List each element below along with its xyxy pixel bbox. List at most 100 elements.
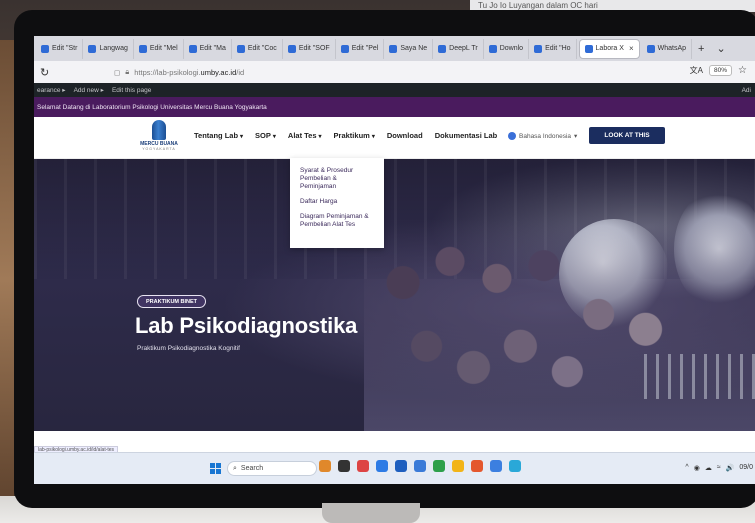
browser-tab[interactable]: Edit "Str — [36, 38, 84, 59]
browser-tab[interactable]: Edit "SOF — [283, 38, 336, 59]
announcement-bar: Selamat Datang di Laboratorium Psikologi… — [34, 97, 755, 117]
tab-label: Downlo — [499, 45, 524, 52]
windows-taskbar: ⌕ Search ^ ◉ ☁ ≈ 🔊 09/0 — [34, 452, 755, 484]
hero-banner: PRAKTIKUM BINET Lab Psikodiagnostika Pra… — [34, 159, 755, 431]
tab-label: WhatsAp — [657, 45, 687, 52]
address-bar[interactable]: ◻ 🔒︎ https://lab-psikologi.umby.ac.id/id — [114, 64, 634, 80]
dropdown-item[interactable]: Daftar Harga — [300, 198, 374, 206]
taskbar-app-icon[interactable] — [471, 460, 483, 472]
hero-title: Lab Psikodiagnostika — [135, 313, 358, 338]
logo-mark-icon — [152, 120, 166, 140]
tray-icon[interactable]: ≈ — [717, 464, 721, 472]
taskbar-app-icon[interactable] — [509, 460, 521, 472]
taskbar-app-icon[interactable] — [490, 460, 502, 472]
reload-icon[interactable]: ↻ — [40, 66, 54, 79]
favicon-icon — [340, 44, 349, 53]
taskbar-search[interactable]: ⌕ Search — [227, 461, 317, 476]
favicon-icon — [236, 44, 245, 53]
tray-icon[interactable]: 09/0 — [739, 464, 753, 472]
taskbar-search-label: Search — [240, 465, 264, 472]
dropdown-item[interactable]: Diagram Peminjaman & Pembelian Alat Tes — [300, 213, 374, 229]
chevron-down-icon: ▾ — [240, 134, 244, 140]
taskbar-app-icon[interactable] — [319, 460, 331, 472]
browser-tab[interactable]: Edit "Coc — [232, 38, 283, 59]
browser-tab[interactable]: Saya Ne — [384, 38, 434, 59]
browser-tab[interactable]: Edit "Pel — [336, 38, 385, 59]
menu-item-label: Download — [386, 131, 423, 140]
admin-bar-item[interactable]: Edit this page — [112, 87, 151, 94]
menu-item[interactable]: Tentang Lab ▾ — [194, 131, 243, 140]
tab-label: Edit "SOF — [298, 45, 330, 52]
search-icon: ⌕ — [233, 464, 237, 472]
hero-fence-photo — [644, 354, 755, 399]
menu-item[interactable]: SOP ▾ — [255, 131, 276, 140]
close-tab-icon[interactable]: × — [629, 44, 634, 53]
admin-bar-user[interactable]: Adi — [742, 87, 751, 94]
taskbar-app-icon[interactable] — [395, 460, 407, 472]
address-bar-actions: 文A 80% ☆ — [690, 65, 747, 76]
chevron-down-icon: ▾ — [318, 134, 322, 140]
chevron-down-icon: ▾ — [574, 133, 578, 140]
hero-subtitle: Praktikum Psikodiagnostika Kognitif — [137, 345, 240, 352]
announcement-text: Selamat Datang di Laboratorium Psikologi… — [37, 103, 267, 111]
taskbar-app-icon[interactable] — [357, 460, 369, 472]
tab-list-icon[interactable]: ⌄ — [710, 42, 731, 55]
shield-icon: ◻ — [114, 67, 121, 77]
admin-bar-item[interactable]: earance ▸ — [37, 86, 66, 94]
favicon-icon — [287, 44, 296, 53]
tab-label: Edit "Str — [52, 45, 78, 52]
browser-tab[interactable]: DeepL Tr — [433, 38, 484, 59]
menu-item-label: SOP — [255, 131, 271, 140]
chevron-down-icon: ▾ — [272, 134, 276, 140]
bookmark-star-icon[interactable]: ☆ — [738, 65, 747, 76]
taskbar-app-icon[interactable] — [433, 460, 445, 472]
menu-item-label: Dokumentasi Lab — [434, 131, 498, 140]
menu-item[interactable]: Alat Tes ▾ — [288, 131, 322, 140]
browser-tab[interactable]: Edit "Ho — [529, 38, 577, 59]
browser-tab[interactable]: WhatsAp — [642, 38, 693, 59]
taskbar-app-icon[interactable] — [376, 460, 388, 472]
browser-tab[interactable]: Downlo — [484, 38, 530, 59]
language-switcher[interactable]: Bahasa Indonesia ▾ — [508, 132, 577, 140]
taskbar-app-icon[interactable] — [452, 460, 464, 472]
tab-label: Labora X — [595, 45, 624, 52]
menu-item[interactable]: Dokumentasi Lab — [435, 131, 498, 140]
site-logo[interactable]: MERCU BUANA YOGYAKARTA — [134, 120, 184, 156]
hero-badge: PRAKTIKUM BINET — [137, 295, 207, 308]
chevron-down-icon: ▾ — [371, 134, 375, 140]
tab-label: Saya Ne — [400, 45, 428, 52]
favicon-icon — [389, 44, 398, 53]
site-header: MERCU BUANA YOGYAKARTA Tentang Lab ▾ SOP ▾ A… — [34, 117, 755, 159]
language-label: Bahasa Indonesia — [519, 132, 572, 140]
translate-icon[interactable]: 文A — [690, 65, 703, 76]
photo-scene: Tu Jo Io Luyangan dalam OC hari Edit "St… — [0, 0, 755, 523]
browser-tab[interactable]: Langwag — [83, 38, 134, 59]
favicon-icon — [584, 44, 593, 53]
dropdown-item[interactable]: Syarat & Prosedur Pembelian & Peminjaman — [300, 167, 374, 191]
system-tray: ^ ◉ ☁ ≈ 🔊 09/0 — [685, 464, 753, 472]
tray-icon[interactable]: ☁ — [705, 464, 712, 472]
admin-bar-item[interactable]: Add new ▸ — [74, 86, 104, 94]
browser-tab[interactable]: Edit "Mel — [134, 38, 184, 59]
menu-item-label: Praktikum — [333, 131, 370, 140]
favicon-icon — [438, 44, 447, 53]
favicon-icon — [188, 44, 197, 53]
taskbar-app-icon[interactable] — [338, 460, 350, 472]
globe-icon — [508, 132, 516, 140]
tray-icon[interactable]: ◉ — [694, 464, 700, 472]
look-at-this-button[interactable]: LOOK AT THIS — [589, 127, 665, 144]
zoom-level[interactable]: 80% — [709, 65, 733, 76]
tab-label: Edit "Ho — [545, 45, 571, 52]
alat-tes-dropdown: Syarat & Prosedur Pembelian & Peminjaman… — [290, 158, 384, 248]
menu-item[interactable]: Praktikum ▾ — [334, 131, 375, 140]
tab-label: DeepL Tr — [449, 45, 478, 52]
tray-icon[interactable]: 🔊 — [726, 464, 735, 472]
new-tab-button[interactable]: + — [692, 43, 710, 55]
taskbar-app-icon[interactable] — [414, 460, 426, 472]
menu-item[interactable]: Download — [387, 131, 423, 140]
browser-tab[interactable]: Edit "Ma — [184, 38, 232, 59]
menu-item-label: Alat Tes — [287, 131, 317, 140]
windows-start-icon[interactable] — [210, 463, 221, 474]
tray-icon[interactable]: ^ — [685, 464, 688, 472]
tab-active[interactable]: Labora X × — [578, 38, 640, 59]
